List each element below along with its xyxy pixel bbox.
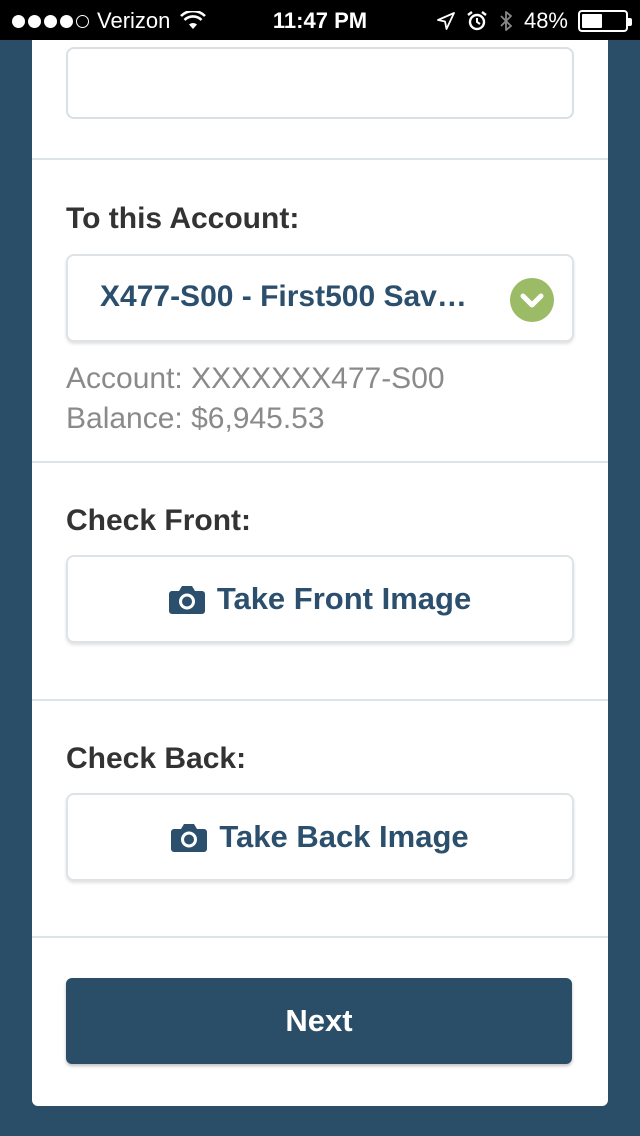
next-button[interactable]: Next <box>66 978 572 1064</box>
bluetooth-icon <box>500 11 512 31</box>
deposit-form-card: To this Account: X477-S00 - First500 Sav… <box>32 40 608 1106</box>
account-select-value: X477-S00 - First500 Sav… <box>100 280 467 313</box>
divider <box>32 461 608 463</box>
battery-fill <box>582 14 603 28</box>
account-number-text: Account: XXXXXXX477-S00 <box>66 362 445 395</box>
take-back-image-button[interactable]: Take Back Image <box>66 793 574 881</box>
to-account-label: To this Account: <box>66 202 300 235</box>
camera-icon <box>168 586 205 614</box>
chevron-down-icon[interactable] <box>510 278 554 322</box>
account-balance-text: Balance: $6,945.53 <box>66 402 325 435</box>
divider <box>32 158 608 160</box>
divider <box>32 699 608 701</box>
status-right: 48% <box>436 8 632 34</box>
top-input-field[interactable] <box>66 47 574 119</box>
check-front-label: Check Front: <box>66 504 252 537</box>
status-bar: Verizon 11:47 PM 48% <box>0 0 640 40</box>
check-back-label: Check Back: <box>66 742 247 775</box>
camera-icon <box>171 824 208 852</box>
account-select[interactable]: X477-S00 - First500 Sav… <box>66 254 574 342</box>
take-front-image-button[interactable]: Take Front Image <box>66 555 574 643</box>
battery-icon <box>578 10 632 32</box>
battery-percent: 48% <box>523 8 568 33</box>
take-back-image-label: Take Back Image <box>219 819 469 854</box>
divider <box>32 936 608 938</box>
location-arrow-icon <box>437 12 455 30</box>
take-front-image-label: Take Front Image <box>216 581 472 616</box>
alarm-clock-icon <box>467 11 487 31</box>
